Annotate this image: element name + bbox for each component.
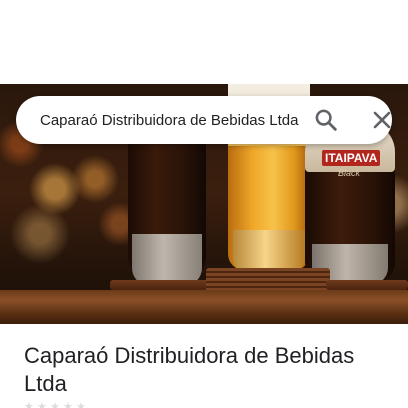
glass-frost-center [233,230,305,272]
place-title: Caparaó Distribuidora de Bebidas Ltda [24,343,355,396]
coaster [326,280,408,290]
brand-sublabel: Black [338,168,361,178]
rating-stars: ★ ★ ★ ★ ★ [24,402,87,408]
star-icon: ★ [24,401,34,408]
wooden-table [0,290,408,324]
glass-frost-left [132,234,202,286]
close-icon[interactable] [368,106,396,134]
search-input[interactable] [40,96,304,144]
star-icon: ★ [76,401,86,408]
star-icon: ★ [50,401,60,408]
coaster [110,280,210,290]
star-icon: ★ [63,401,73,408]
top-blank-area [0,0,408,84]
brand-label: ITAIPAVA [322,150,381,166]
search-bar [16,96,392,144]
star-icon: ★ [37,401,47,408]
search-icon[interactable] [312,106,340,134]
